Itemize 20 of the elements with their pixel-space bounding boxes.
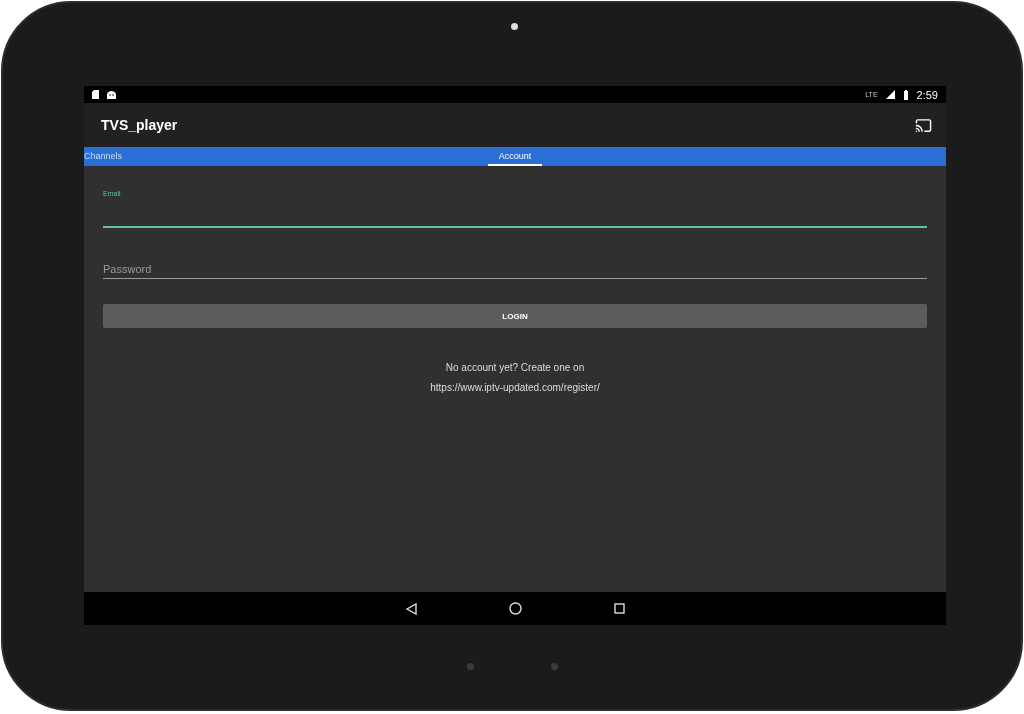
status-time: 2:59 [916, 88, 938, 101]
sensor-dot [551, 663, 558, 670]
password-field[interactable]: Password [103, 242, 927, 279]
cast-icon[interactable] [915, 116, 932, 134]
camera-dot [511, 23, 518, 30]
tab[interactable]: Account [487, 147, 543, 166]
signal-icon [885, 90, 895, 99]
back-icon[interactable] [405, 602, 417, 615]
battery-icon [902, 89, 909, 100]
sd-card-icon [92, 90, 99, 99]
register-note: No account yet? Create one on [444, 362, 586, 373]
tab[interactable]: Channels [84, 147, 488, 166]
register-link[interactable]: https://www.iptv-updated.com/register/ [103, 382, 927, 393]
home-icon[interactable] [508, 602, 522, 615]
field-placeholder: Password [103, 263, 153, 275]
sensor-dot [467, 663, 474, 670]
recents-icon[interactable] [613, 603, 625, 614]
login-button[interactable]: LOGIN [103, 304, 927, 328]
app-title: TVS_player [101, 117, 178, 133]
android-icon [107, 90, 116, 99]
